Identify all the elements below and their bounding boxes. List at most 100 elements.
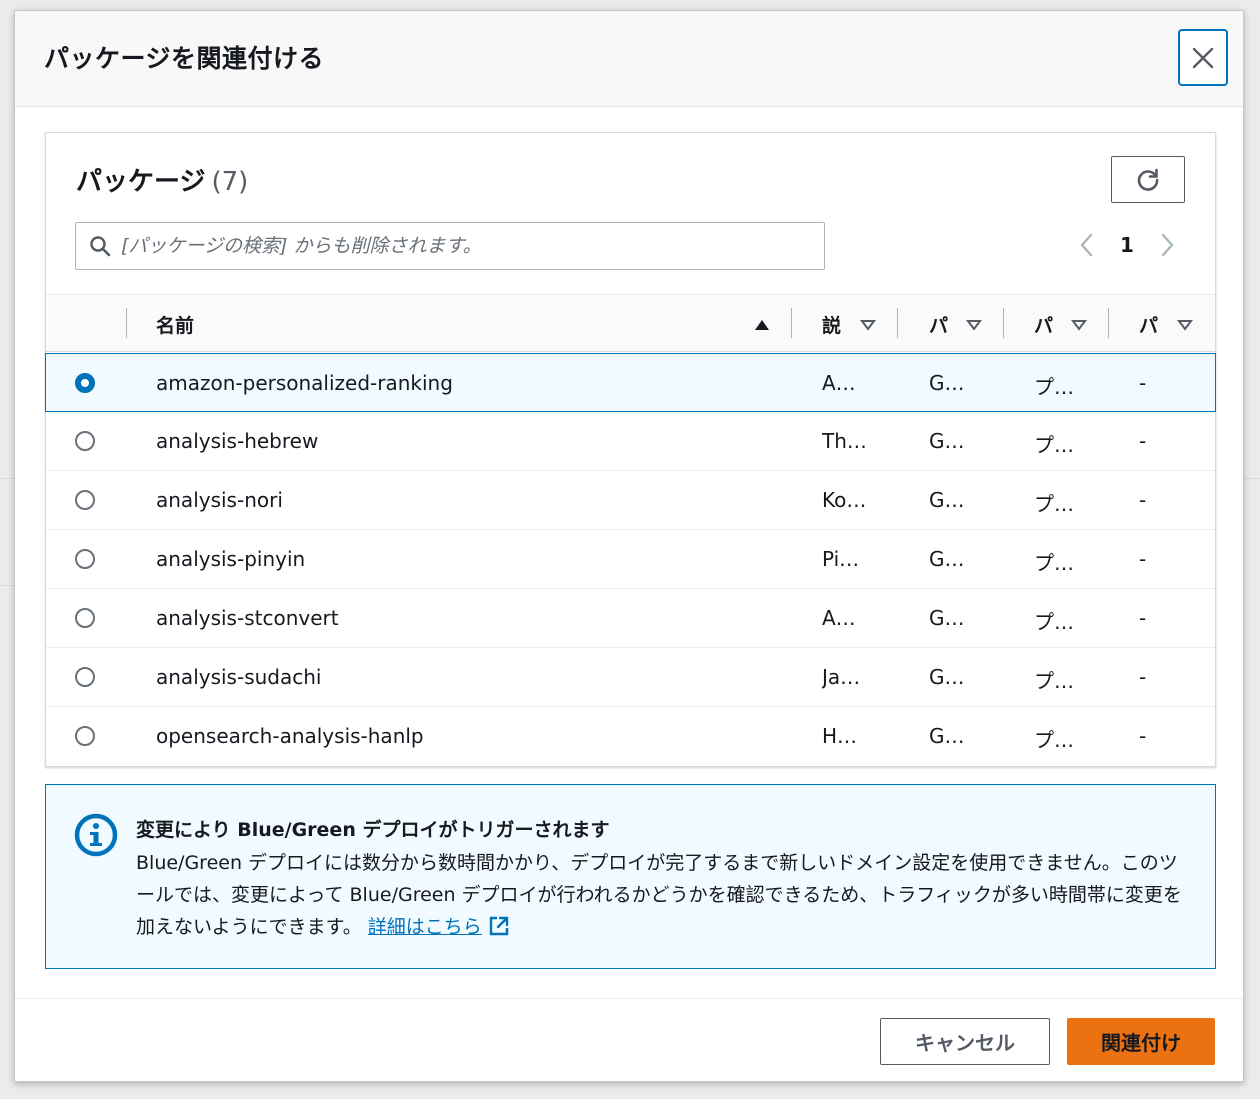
column-header-label: パ xyxy=(929,314,949,337)
close-button[interactable] xyxy=(1178,29,1228,86)
package-col-p1: G… xyxy=(929,429,965,453)
table-header-row: 名前 説 パ パ パ xyxy=(46,294,1215,352)
pagination-prev-button[interactable] xyxy=(1079,233,1095,261)
row-radio-button[interactable] xyxy=(75,549,95,569)
sort-descending-icon[interactable] xyxy=(966,319,982,331)
refresh-icon xyxy=(1137,168,1159,191)
close-icon xyxy=(1192,47,1214,68)
modal-title: パッケージを関連付ける xyxy=(44,44,325,73)
sort-descending-icon[interactable] xyxy=(1071,319,1087,331)
refresh-button[interactable] xyxy=(1111,156,1185,203)
package-col-p3: - xyxy=(1139,724,1147,748)
package-col-p3: - xyxy=(1139,429,1147,453)
column-header-p1[interactable]: パ xyxy=(929,295,948,353)
column-header-p3[interactable]: パ xyxy=(1139,295,1158,353)
package-search-input[interactable] xyxy=(121,231,811,261)
sort-ascending-icon[interactable] xyxy=(754,319,770,331)
table-row[interactable]: analysis-sudachi Ja… G… プ… - xyxy=(46,648,1215,707)
package-name: analysis-stconvert xyxy=(156,606,339,630)
sort-descending-icon[interactable] xyxy=(1177,319,1193,331)
modal-footer: キャンセル 関連付け xyxy=(15,998,1243,1083)
package-description: Ko… xyxy=(822,488,867,512)
package-col-p2: プ… xyxy=(1034,375,1074,399)
cancel-button[interactable]: キャンセル xyxy=(880,1018,1050,1065)
pagination-current-page[interactable]: 1 xyxy=(1120,233,1134,257)
package-description: Ja… xyxy=(822,665,861,689)
package-col-p2: プ… xyxy=(1034,728,1074,752)
package-col-p2: プ… xyxy=(1034,669,1074,693)
learn-more-link[interactable]: 詳細はこちら xyxy=(368,916,482,938)
package-col-p2: プ… xyxy=(1034,492,1074,516)
package-description: Th… xyxy=(822,429,867,453)
package-col-p2: プ… xyxy=(1034,433,1074,457)
chevron-right-icon xyxy=(1161,233,1174,257)
column-header-label: 名前 xyxy=(156,314,195,337)
alert-body-text: Blue/Green デプロイには数分から数時間かかり、デプロイが完了するまで新… xyxy=(136,852,1182,938)
column-divider xyxy=(126,308,127,338)
row-radio-button[interactable] xyxy=(75,726,95,746)
table-heading-label: パッケージ xyxy=(76,167,206,197)
package-name: opensearch-analysis-hanlp xyxy=(156,724,424,748)
backdrop-divider xyxy=(0,585,14,586)
column-divider xyxy=(897,308,898,338)
table-heading: パッケージ (7) xyxy=(76,161,248,198)
alert-title: 変更により Blue/Green デプロイがトリガーされます xyxy=(136,819,610,841)
package-col-p3: - xyxy=(1139,606,1147,630)
row-radio-button[interactable] xyxy=(75,608,95,628)
row-radio-button[interactable] xyxy=(75,373,95,393)
chevron-left-icon xyxy=(1080,233,1093,257)
table-row[interactable]: analysis-hebrew Th… G… プ… - xyxy=(46,412,1215,471)
package-name: amazon-personalized-ranking xyxy=(156,371,453,395)
column-header-description[interactable]: 説 xyxy=(822,295,841,353)
sort-descending-icon[interactable] xyxy=(860,319,876,331)
row-radio-button[interactable] xyxy=(75,431,95,451)
column-divider xyxy=(1108,308,1109,338)
package-col-p3: - xyxy=(1139,371,1147,395)
column-header-p2[interactable]: パ xyxy=(1034,295,1053,353)
table-row[interactable]: amazon-personalized-ranking A… G… プ… - xyxy=(45,353,1216,412)
package-col-p1: G… xyxy=(929,606,965,630)
table-count: (7) xyxy=(211,167,249,197)
associate-button[interactable]: 関連付け xyxy=(1067,1018,1215,1065)
backdrop-divider xyxy=(1244,478,1260,479)
package-description: A… xyxy=(822,371,856,395)
table-row[interactable]: opensearch-analysis-hanlp H… G… プ… - xyxy=(46,707,1215,766)
modal-header: パッケージを関連付ける xyxy=(15,11,1243,107)
pagination-next-button[interactable] xyxy=(1159,233,1175,261)
search-icon xyxy=(89,235,111,261)
column-header-name[interactable]: 名前 xyxy=(156,295,194,353)
packages-table-container: パッケージ(7) 1 xyxy=(45,132,1216,767)
package-col-p2: プ… xyxy=(1034,551,1074,575)
package-col-p2: プ… xyxy=(1034,610,1074,634)
package-col-p1: G… xyxy=(929,547,965,571)
learn-more-link-label: 詳細はこちら xyxy=(367,916,482,938)
backdrop-divider xyxy=(0,478,14,479)
package-col-p1: G… xyxy=(929,488,965,512)
package-col-p3: - xyxy=(1139,488,1147,512)
column-divider xyxy=(791,308,792,338)
info-icon xyxy=(74,813,118,861)
package-description: Pi… xyxy=(822,547,860,571)
row-radio-button[interactable] xyxy=(75,490,95,510)
column-divider xyxy=(1003,308,1004,338)
table-row[interactable]: analysis-nori Ko… G… プ… - xyxy=(46,471,1215,530)
package-col-p1: G… xyxy=(929,724,965,748)
table-row[interactable]: analysis-pinyin Pi… G… プ… - xyxy=(46,530,1215,589)
package-col-p1: G… xyxy=(929,371,965,395)
package-name: analysis-pinyin xyxy=(156,547,306,571)
column-header-label: パ xyxy=(1034,314,1054,337)
package-col-p1: G… xyxy=(929,665,965,689)
column-header-label: 説 xyxy=(822,314,842,337)
package-name: analysis-nori xyxy=(156,488,283,512)
table-row[interactable]: analysis-stconvert A… G… プ… - xyxy=(46,589,1215,648)
row-radio-button[interactable] xyxy=(75,667,95,687)
package-col-p3: - xyxy=(1139,547,1147,571)
package-name: analysis-hebrew xyxy=(156,429,319,453)
column-header-label: パ xyxy=(1139,314,1159,337)
alert-body: Blue/Green デプロイには数分から数時間かかり、デプロイが完了するまで新… xyxy=(136,847,1186,943)
package-col-p3: - xyxy=(1139,665,1147,689)
associate-package-modal: パッケージを関連付ける パッケージ (7) [パッケージの検索] からも削除され… xyxy=(14,10,1244,1082)
package-description: A… xyxy=(822,606,856,630)
package-description: H… xyxy=(822,724,858,748)
external-link-icon[interactable] xyxy=(488,915,510,937)
